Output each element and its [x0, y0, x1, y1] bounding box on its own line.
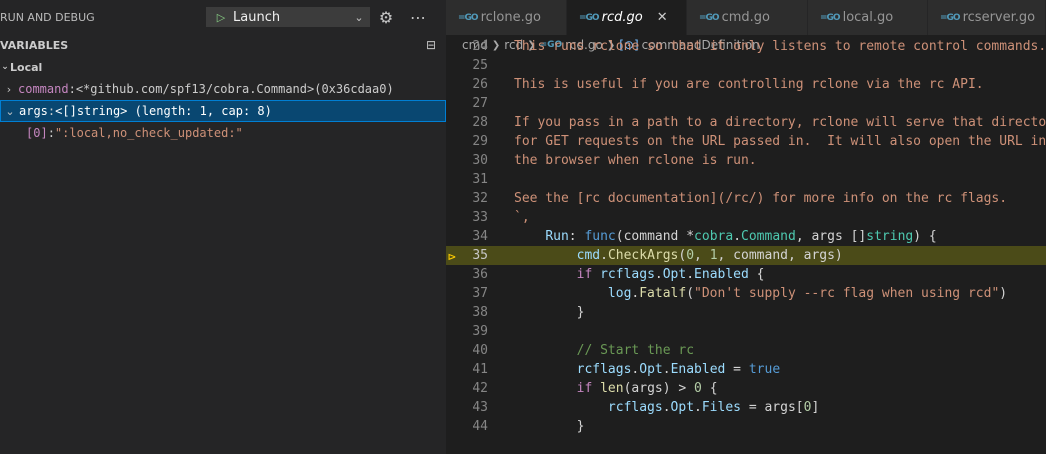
launch-config-select[interactable]: ▷ Launch ⌄	[206, 7, 370, 27]
line-number: 37	[472, 286, 488, 301]
variable-value: ":local,no_check_updated:"	[54, 126, 243, 140]
line-number: 44	[472, 419, 488, 434]
code-line: 31	[446, 170, 1046, 189]
close-icon[interactable]: ✕	[657, 10, 668, 25]
code-line: 43 rcflags.Opt.Files = args[0]	[446, 398, 1046, 417]
code-line: 34 Run: func(command *cobra.Command, arg…	[446, 227, 1046, 246]
line-number: 30	[472, 153, 488, 168]
variables-title: VARIABLES	[0, 38, 69, 52]
line-number: 33	[472, 210, 488, 225]
tab-local-go[interactable]: =GO local.go	[808, 0, 928, 35]
scope-local[interactable]: ⌄ Local	[0, 56, 446, 78]
line-number: 29	[472, 134, 488, 149]
editor-tabs: =GO rclone.go =GO rcd.go ✕ =GO cmd.go =GO lo…	[446, 0, 1046, 35]
code-line: 37 log.Fatalf("Don't supply --rc flag wh…	[446, 284, 1046, 303]
code-line: 25	[446, 56, 1046, 75]
variable-name: args	[19, 104, 48, 118]
code-line: 32 See the [rc documentation](/rc/) for …	[446, 189, 1046, 208]
line-number: 40	[472, 343, 488, 358]
go-file-icon: =GO	[458, 12, 479, 23]
code-line: 38 }	[446, 303, 1046, 322]
debug-toolbar: RUN AND DEBUG ▷ Launch ⌄ ⚙ ⋯	[0, 0, 446, 34]
start-debugging-icon[interactable]: ▷	[211, 11, 231, 24]
code-line: 41 rcflags.Opt.Enabled = true	[446, 360, 1046, 379]
code-line: 29 for GET requests on the URL passed in…	[446, 132, 1046, 151]
code-line: 44 }	[446, 417, 1046, 436]
line-number: 24	[472, 39, 488, 54]
line-number: 38	[472, 305, 488, 320]
editor-area: =GO rclone.go =GO rcd.go ✕ =GO cmd.go =GO lo…	[446, 0, 1046, 454]
line-number: 41	[472, 362, 488, 377]
tab-cmd-go[interactable]: =GO cmd.go	[687, 0, 808, 35]
code-line: 40 // Start the rc	[446, 341, 1046, 360]
variables-section-header[interactable]: VARIABLES ⊟	[0, 34, 446, 56]
line-number: 26	[472, 77, 488, 92]
line-number: 39	[472, 324, 488, 339]
code-line: 30 the browser when rclone is run.	[446, 151, 1046, 170]
code-line: 28 If you pass in a path to a directory,…	[446, 113, 1046, 132]
go-file-icon: =GO	[579, 12, 600, 23]
code-line: 39	[446, 322, 1046, 341]
variable-row-args-0[interactable]: [0]: ":local,no_check_updated:"	[0, 122, 446, 144]
code-line: 26 This is useful if you are controlling…	[446, 75, 1046, 94]
go-file-icon: =GO	[820, 12, 841, 23]
line-number: 31	[472, 172, 488, 187]
go-file-icon: =GO	[940, 12, 961, 23]
variable-name: [0]	[26, 126, 48, 140]
line-number: 28	[472, 115, 488, 130]
chevron-right-icon[interactable]: ›	[0, 83, 18, 96]
line-number: 27	[472, 96, 488, 111]
current-execution-line: ⊳ 35 cmd.CheckArgs(0, 1, command, args)	[446, 246, 1046, 265]
line-number: 42	[472, 381, 488, 396]
code-editor[interactable]: 24 This runs rclone so that it only list…	[446, 39, 1046, 436]
variable-row-args[interactable]: ⌄ args: <[]string> (length: 1, cap: 8)	[0, 100, 446, 122]
line-number: 43	[472, 400, 488, 415]
line-number: 36	[472, 267, 488, 282]
more-actions-icon[interactable]: ⋯	[402, 8, 434, 27]
code-line: 24 This runs rclone so that it only list…	[446, 37, 1046, 56]
tab-rcd-go[interactable]: =GO rcd.go ✕	[567, 0, 687, 35]
gear-icon[interactable]: ⚙	[370, 8, 402, 27]
line-number: 25	[472, 58, 488, 73]
launch-config-label: Launch	[233, 9, 281, 25]
code-line: 27	[446, 94, 1046, 113]
line-number: ⊳ 35	[448, 248, 488, 265]
code-line: 33 `,	[446, 208, 1046, 227]
variable-row-command[interactable]: › command: <*github.com/spf13/cobra.Comm…	[0, 78, 446, 100]
chevron-down-icon[interactable]: ⌄	[1, 105, 19, 118]
variable-value: <[]string> (length: 1, cap: 8)	[55, 104, 272, 118]
line-number: 32	[472, 191, 488, 206]
go-file-icon: =GO	[699, 12, 720, 23]
scope-label: Local	[10, 60, 43, 74]
variable-value: <*github.com/spf13/cobra.Command>(0x36cd…	[75, 82, 394, 96]
variable-name: command	[18, 82, 69, 96]
chevron-down-icon[interactable]: ⌄	[349, 11, 369, 24]
collapse-all-icon[interactable]: ⊟	[416, 38, 446, 52]
line-number: 34	[472, 229, 488, 244]
code-line: 42 if len(args) > 0 {	[446, 379, 1046, 398]
run-debug-title: RUN AND DEBUG	[0, 10, 95, 24]
debug-sidebar: RUN AND DEBUG ▷ Launch ⌄ ⚙ ⋯ VARIABLES ⊟…	[0, 0, 446, 454]
code-line: 36 if rcflags.Opt.Enabled {	[446, 265, 1046, 284]
tab-rclone-go[interactable]: =GO rclone.go	[446, 0, 567, 35]
chevron-down-icon: ⌄	[1, 62, 9, 72]
tab-rcserver-go[interactable]: =GO rcserver.go	[928, 0, 1046, 35]
